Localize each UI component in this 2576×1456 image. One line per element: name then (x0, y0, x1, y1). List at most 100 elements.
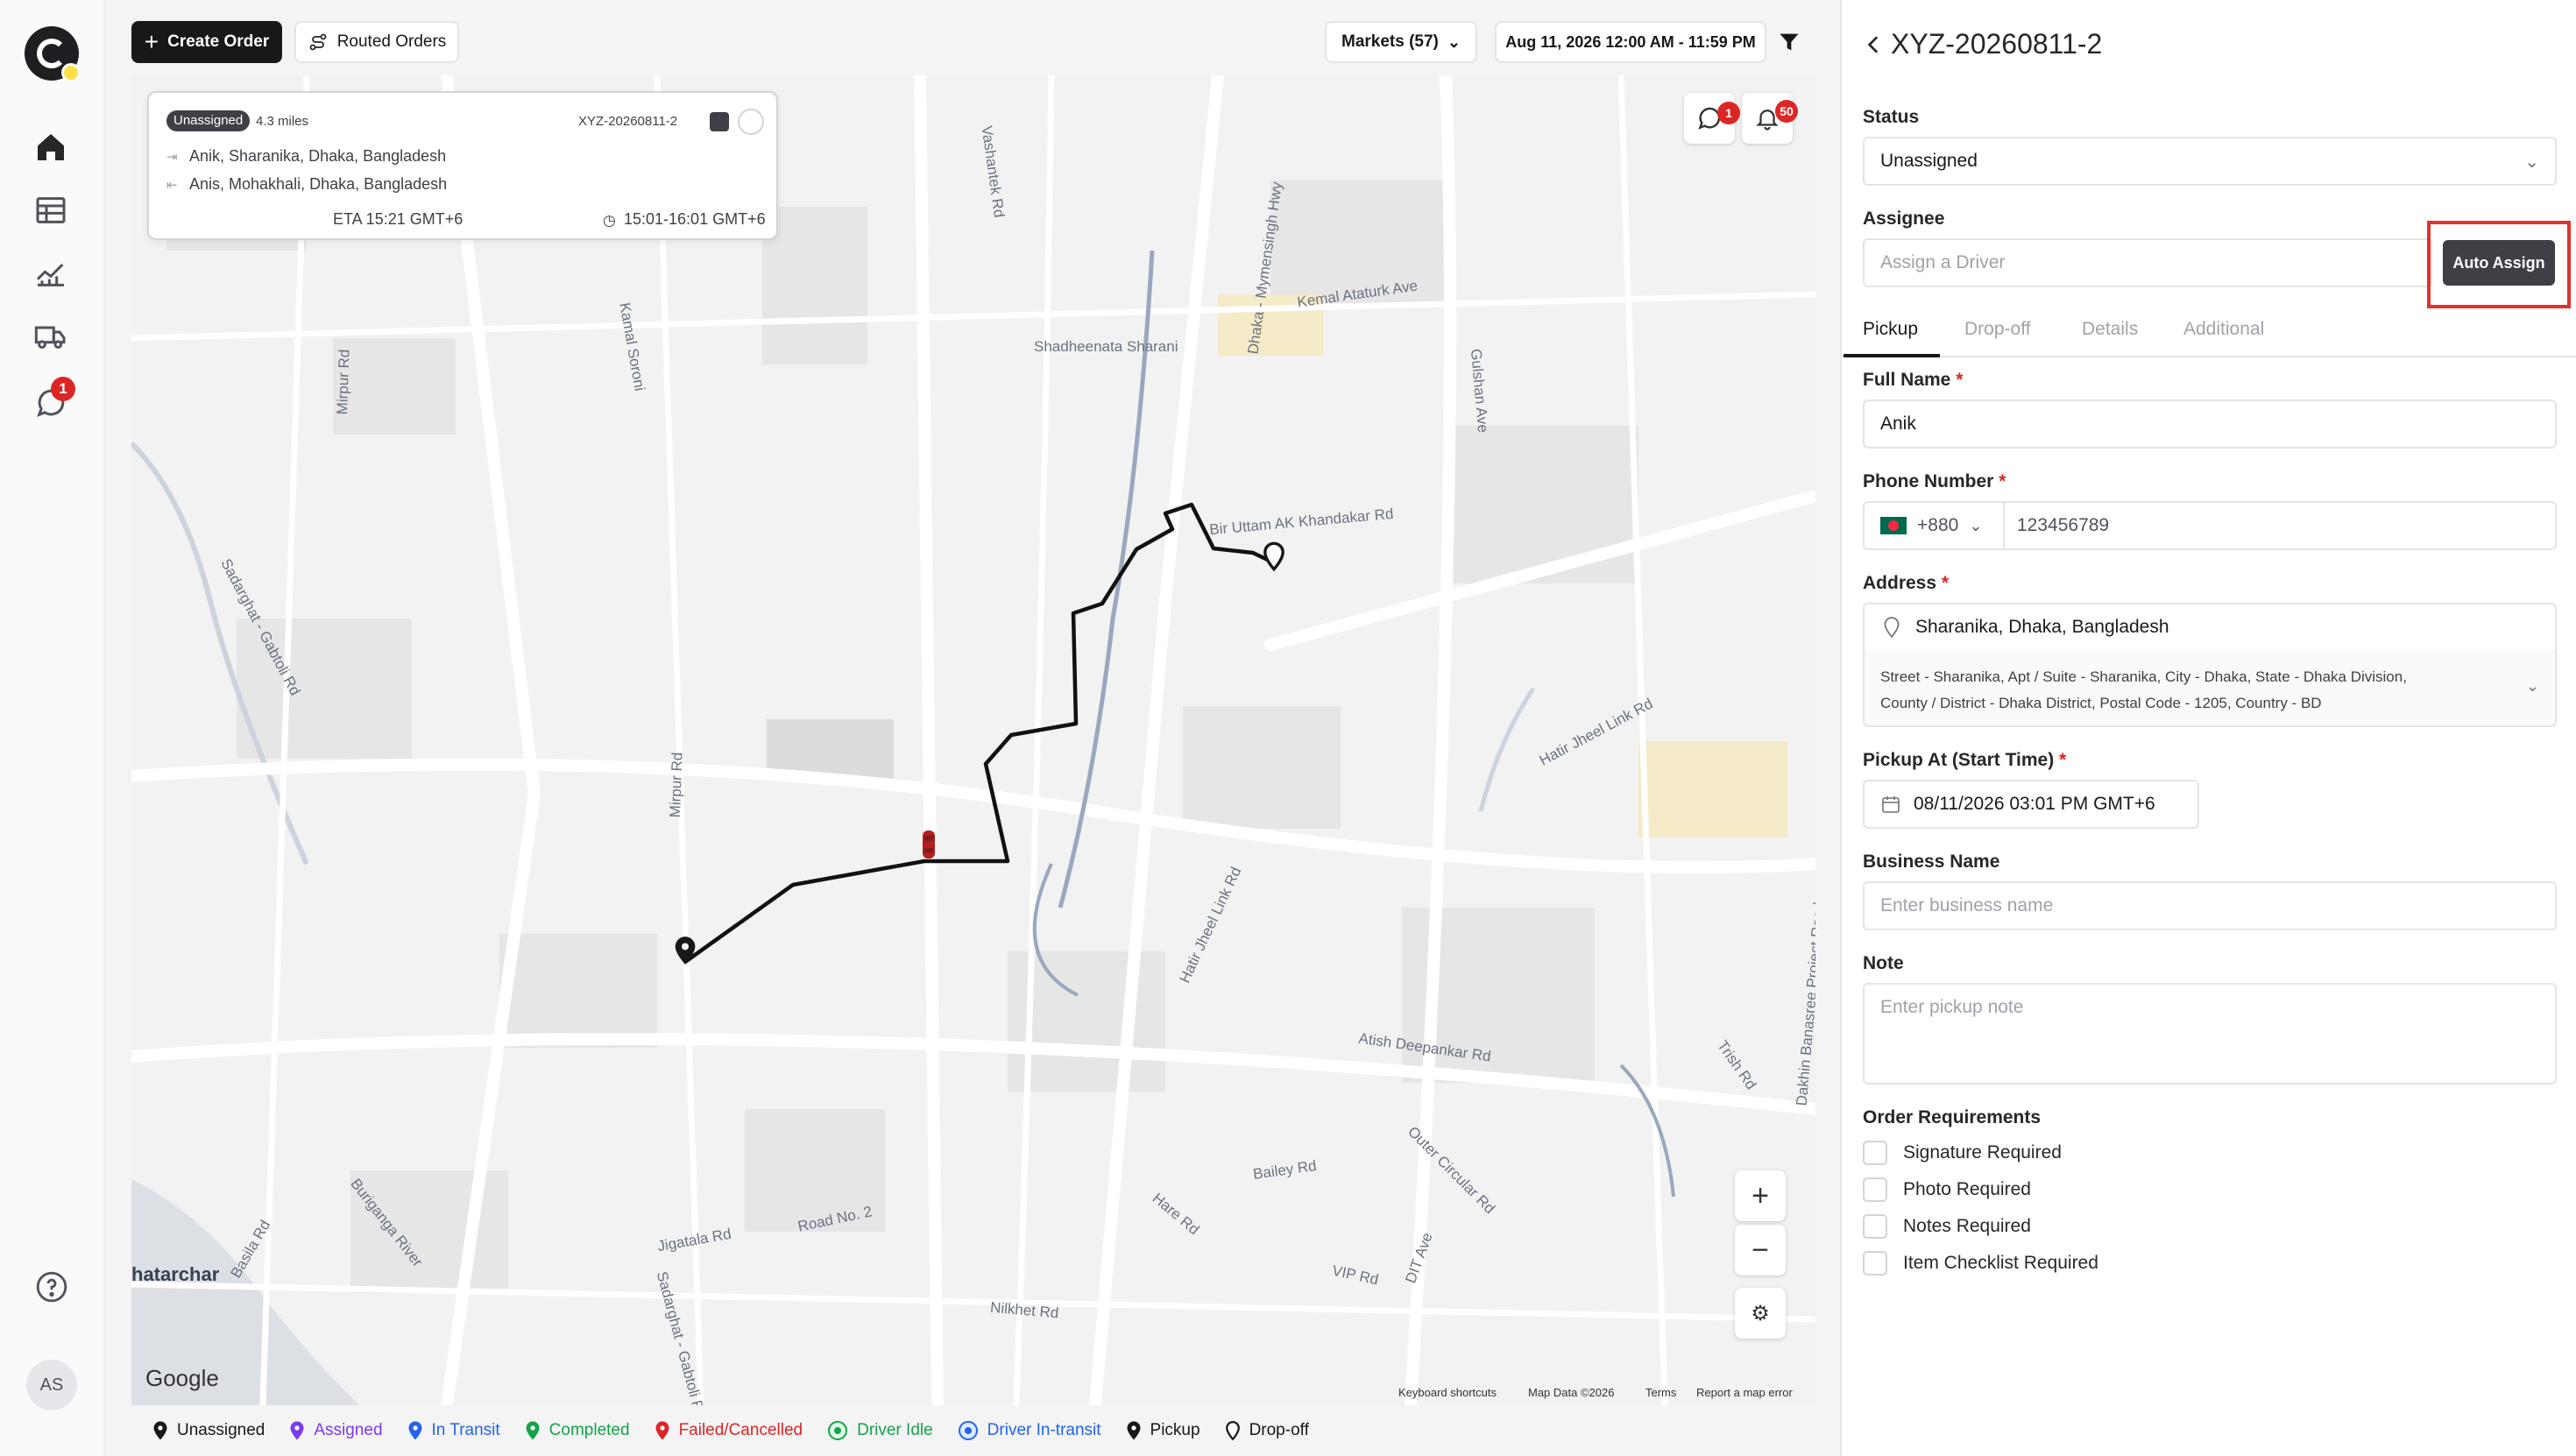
address-value: Sharanika, Dhaka, Bangladesh (1915, 617, 2169, 637)
pin-icon (153, 1421, 167, 1440)
business-name-label: Business Name (1863, 852, 2000, 872)
legend-item: Completed (525, 1420, 630, 1441)
dropoff-marker-icon[interactable] (1262, 541, 1286, 571)
pickup-pin-icon (1127, 1421, 1141, 1440)
phone-value: 123456789 (2017, 515, 2110, 535)
markets-dropdown[interactable]: Markets (57) ⌄ (1325, 21, 1477, 63)
dropoff-arrow-icon: ⇤ (166, 178, 178, 193)
dropoff-pin-icon (1225, 1421, 1240, 1441)
report-map-error-link[interactable]: Report a map error (1696, 1386, 1793, 1399)
tab-dropoff[interactable]: Drop-off (1964, 319, 2030, 340)
address-detail-line: Street - Sharanika, Apt / Suite - Sharan… (1880, 668, 2407, 685)
item-checklist-required-checkbox[interactable]: Item Checklist Required (1863, 1251, 2098, 1276)
time-window: 15:01-16:01 GMT+6 (624, 210, 766, 228)
checkbox[interactable] (1863, 1214, 1887, 1239)
tab-pickup[interactable]: Pickup (1863, 319, 1918, 340)
tab-additional[interactable]: Additional (2183, 319, 2264, 340)
table-icon[interactable] (33, 193, 68, 228)
chevron-down-icon: ⌄ (2525, 677, 2539, 695)
photo-required-checkbox[interactable]: Photo Required (1863, 1177, 2031, 1202)
driver-car-icon[interactable] (920, 829, 938, 860)
status-select[interactable]: Unassigned ⌄ (1863, 137, 2557, 186)
legend-label: Driver Idle (857, 1421, 933, 1439)
chat-badge: 1 (1717, 102, 1740, 124)
keyboard-shortcuts-link[interactable]: Keyboard shortcuts (1398, 1386, 1497, 1399)
business-name-input[interactable]: Enter business name (1863, 881, 2557, 930)
back-icon[interactable] (1863, 33, 1886, 56)
legend-label: Pickup (1150, 1421, 1200, 1439)
help-icon[interactable] (35, 1270, 68, 1304)
address-input[interactable]: Sharanika, Dhaka, Bangladesh (1863, 603, 2557, 652)
address-details[interactable]: Street - Sharanika, Apt / Suite - Sharan… (1863, 650, 2557, 727)
business-name-placeholder: Enter business name (1880, 895, 2054, 915)
full-name-value: Anik (1880, 413, 1916, 434)
pickup-marker-icon[interactable] (673, 936, 697, 965)
home-icon[interactable] (33, 130, 68, 165)
plus-icon: + (144, 28, 159, 55)
gear-icon: ⚙ (1751, 1301, 1770, 1325)
map-label: Shadheenata Sharani (1034, 338, 1178, 355)
checkbox[interactable] (1863, 1251, 1887, 1276)
route-icon (309, 33, 327, 51)
legend-label: Completed (548, 1421, 630, 1439)
tab-details[interactable]: Details (2082, 319, 2138, 340)
user-avatar[interactable]: AS (26, 1360, 77, 1410)
phone-input[interactable]: +880 ⌄ 123456789 (1863, 501, 2557, 550)
truck-icon[interactable] (33, 319, 68, 354)
filter-icon[interactable] (1777, 30, 1801, 54)
map-data-text: Map Data ©2026 (1528, 1386, 1615, 1399)
tabs-divider (1842, 356, 2576, 357)
map-section: + Create Order Routed Orders Markets (57… (105, 0, 1858, 1456)
status-value: Unassigned (1880, 151, 1978, 171)
pickup-datetime-input[interactable]: 08/11/2026 03:01 PM GMT+6 (1863, 780, 2199, 829)
clock-icon: ◷ (603, 212, 616, 229)
map-toolbar: + Create Order Routed Orders Markets (57… (105, 0, 1858, 75)
note-label: Note (1863, 953, 1904, 973)
checkbox-label: Photo Required (1903, 1179, 2031, 1199)
locate-icon[interactable] (738, 109, 764, 135)
order-id-text: XYZ-20260811-2 (578, 114, 678, 129)
country-code-select[interactable]: +880 ⌄ (1865, 503, 2005, 548)
map-settings-button[interactable]: ⚙ (1735, 1288, 1786, 1339)
messages-badge: 1 (51, 377, 75, 401)
order-summary-card[interactable]: Unassigned 4.3 miles XYZ-20260811-2 ⇥ An… (147, 91, 778, 240)
order-title: XYZ-20260811-2 (1891, 28, 2103, 60)
signature-required-checkbox[interactable]: Signature Required (1863, 1141, 2062, 1165)
assignee-input[interactable]: Assign a Driver (1863, 238, 2432, 287)
terms-link[interactable]: Terms (1645, 1386, 1676, 1399)
legend-item: Assigned (289, 1420, 383, 1441)
active-tab-indicator (1844, 354, 1940, 357)
notes-required-checkbox[interactable]: Notes Required (1863, 1214, 2031, 1239)
address-detail-line: County / District - Dhaka District, Post… (1880, 695, 2322, 711)
date-range-picker[interactable]: Aug 11, 2026 12:00 AM - 11:59 PM (1495, 21, 1766, 63)
pickup-at-label: Pickup At (Start Time) * (1863, 750, 2067, 770)
routed-orders-button[interactable]: Routed Orders (294, 21, 459, 63)
map-canvas[interactable]: Dhaka - Mymensingh Hwy Kemal Ataturk Ave… (131, 75, 1815, 1405)
analytics-icon[interactable] (33, 256, 68, 291)
checkbox[interactable] (1863, 1177, 1887, 1202)
full-name-input[interactable]: Anik (1863, 399, 2557, 449)
country-code: +880 (1917, 515, 1959, 535)
assignee-placeholder: Assign a Driver (1880, 252, 2006, 272)
legend-item: Pickup (1126, 1420, 1200, 1441)
address-label: Address * (1863, 573, 1950, 593)
checkbox[interactable] (1863, 1141, 1887, 1165)
beta-flask-icon (61, 63, 81, 82)
zoom-out-button[interactable]: − (1735, 1225, 1786, 1276)
note-textarea[interactable]: Enter pickup note (1863, 983, 2557, 1085)
app-logo[interactable] (25, 26, 81, 82)
full-name-label: Full Name * (1863, 370, 1964, 390)
date-range-label: Aug 11, 2026 12:00 AM - 11:59 PM (1505, 32, 1756, 51)
pin-icon (526, 1421, 540, 1440)
legend-label: Failed/Cancelled (678, 1421, 803, 1439)
create-order-label: Create Order (167, 32, 270, 51)
checkbox-label: Item Checklist Required (1903, 1253, 2098, 1273)
create-order-button[interactable]: + Create Order (131, 21, 282, 63)
map-view-icon[interactable] (710, 112, 729, 131)
calendar-icon (1882, 796, 1900, 813)
chevron-down-icon: ⌄ (1447, 32, 1461, 51)
legend-item: Unassigned (152, 1420, 265, 1441)
zoom-in-button[interactable]: + (1735, 1170, 1786, 1221)
legend-item: In Transit (407, 1420, 500, 1441)
order-requirements-label: Order Requirements (1863, 1107, 2042, 1127)
